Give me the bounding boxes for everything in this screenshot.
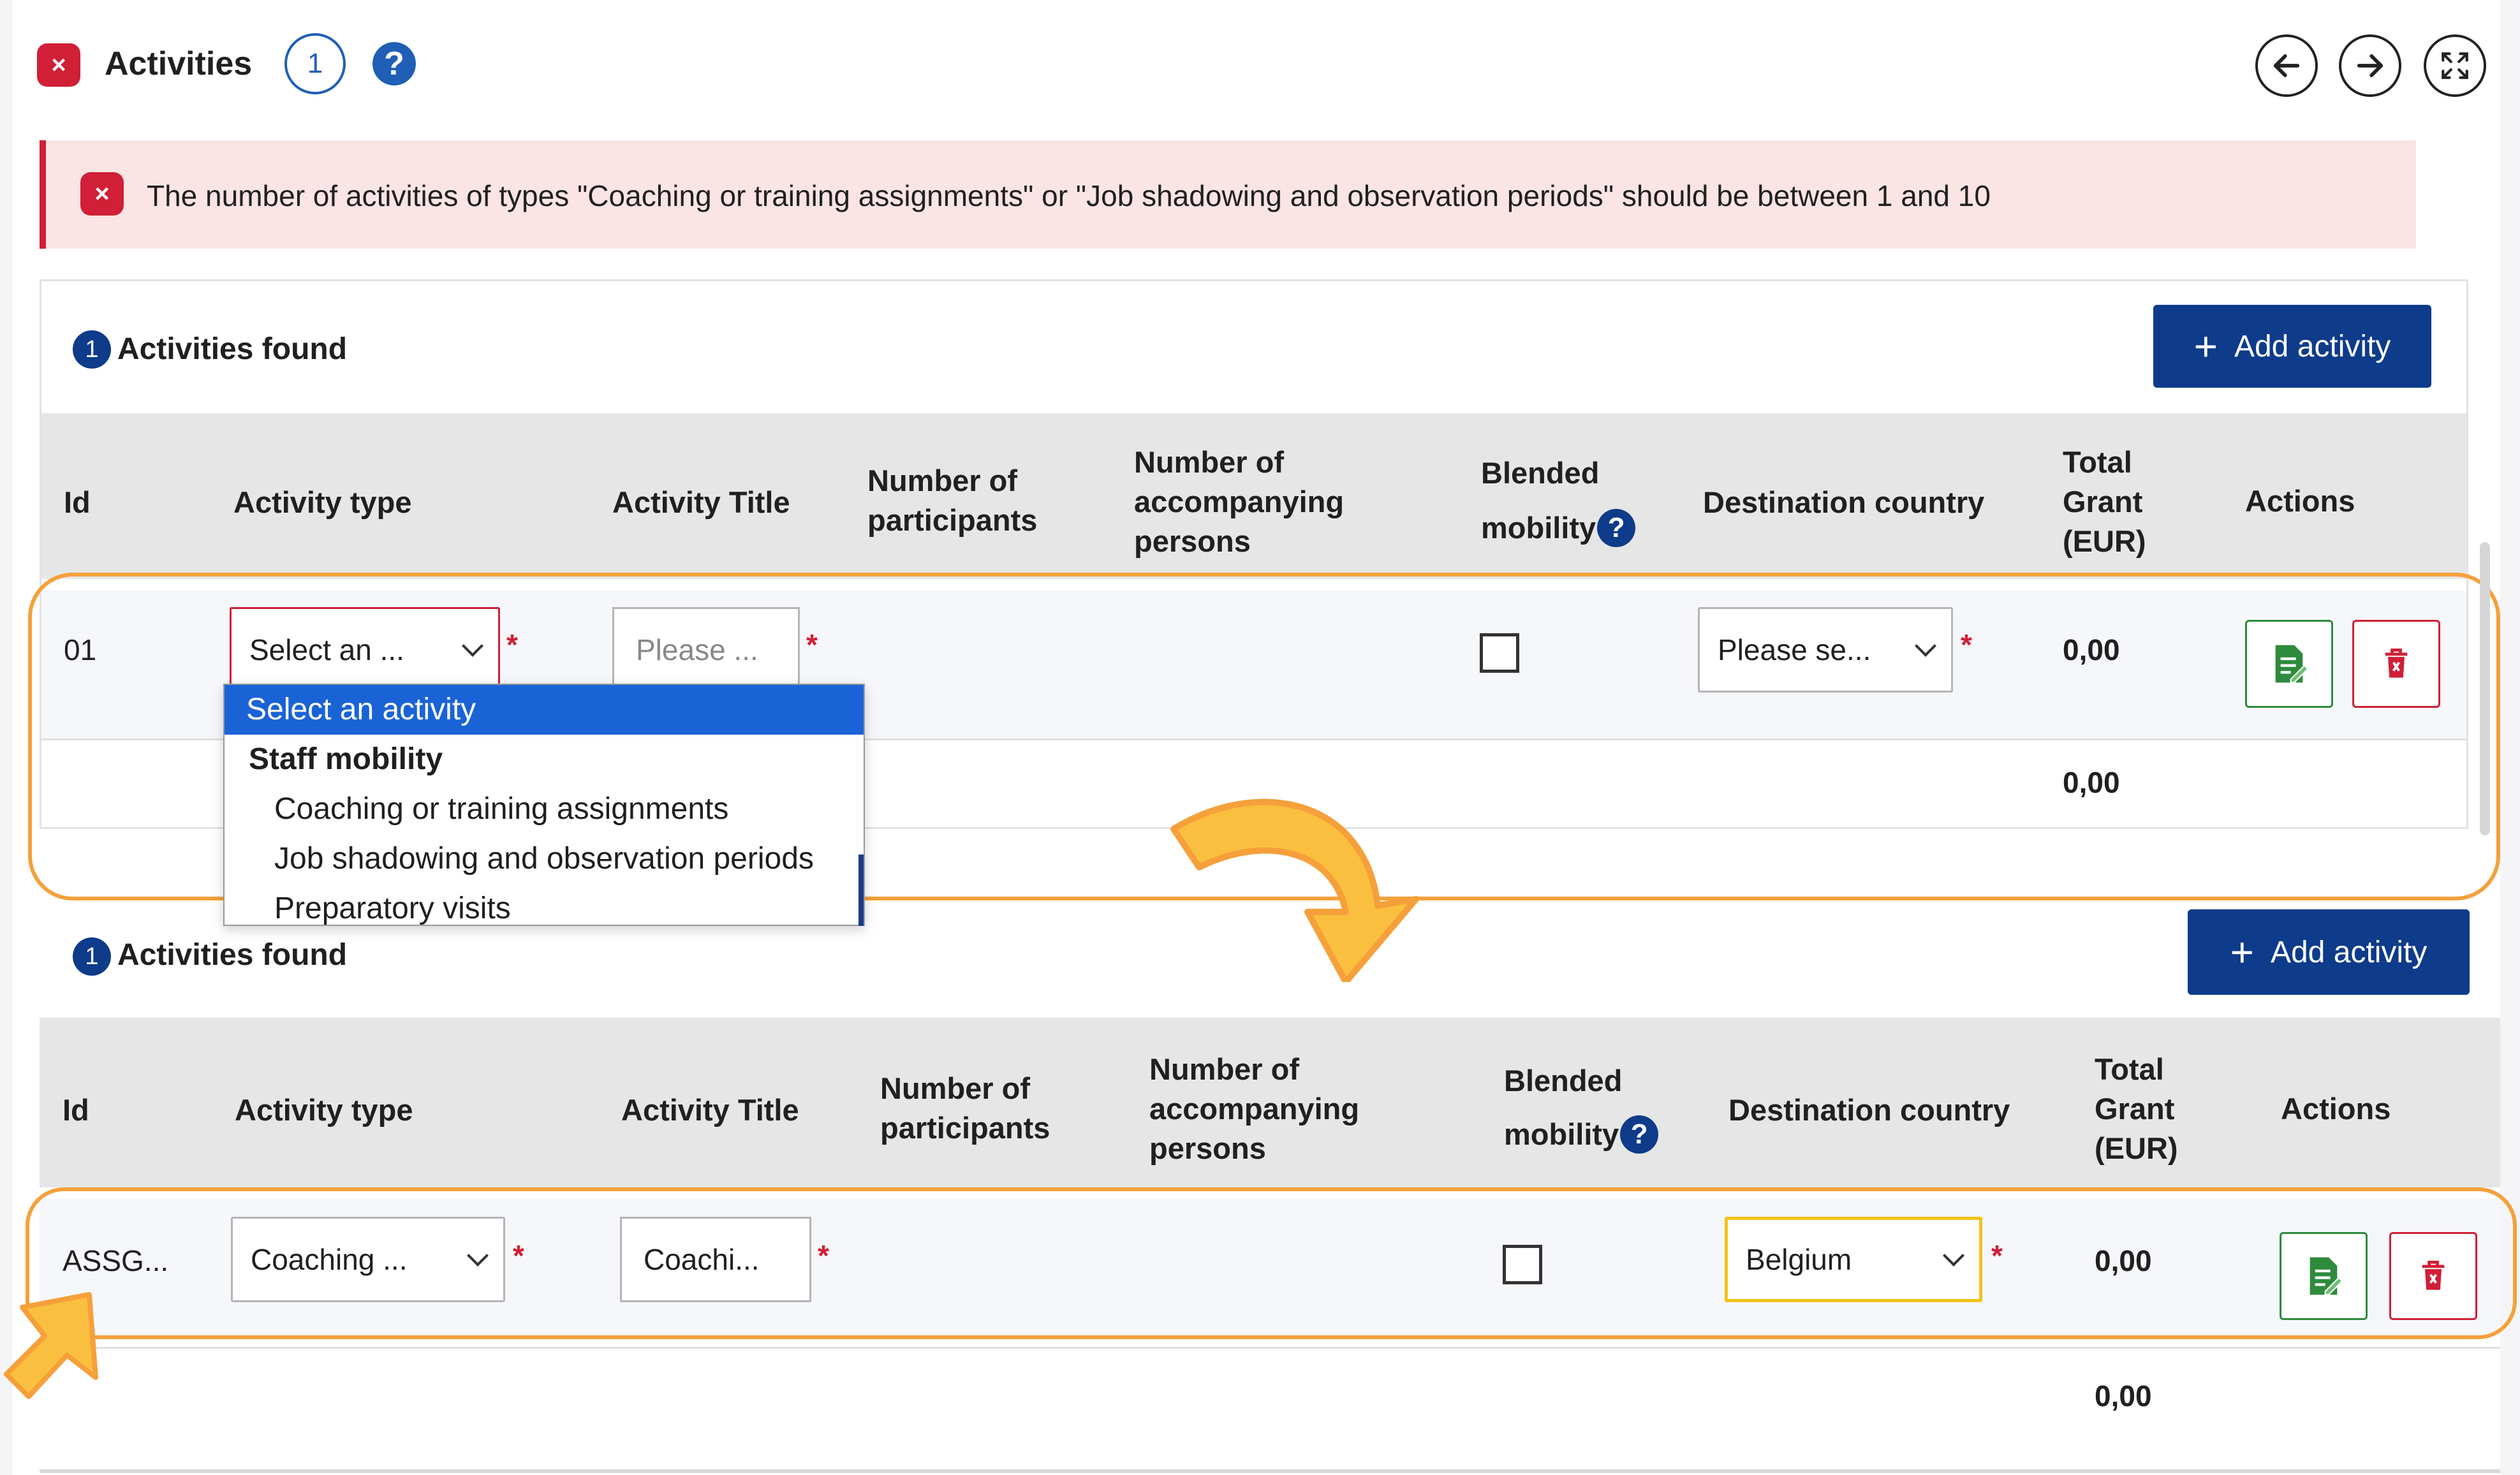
dropdown-option[interactable]: Coaching or training assignments [225, 784, 864, 834]
help-question-icon[interactable]: ? [372, 42, 416, 85]
dropdown-option[interactable]: Preparatory visits [225, 884, 864, 934]
dropdown-scrollbar[interactable] [858, 855, 864, 926]
curved-arrow-icon [1170, 798, 1419, 982]
page-title: Activities [105, 45, 253, 82]
alert-message: The number of activities of types "Coach… [147, 179, 1991, 212]
col-actions: Actions [2245, 484, 2355, 518]
plus-icon: + [2193, 323, 2218, 369]
page-scrollbar[interactable] [2480, 542, 2490, 835]
total-grant: 0,00 [2095, 1379, 2152, 1413]
back-button[interactable] [2255, 34, 2318, 97]
add-activity-label: Add activity [2234, 329, 2391, 363]
col-id: Id [64, 485, 91, 519]
add-activity-button[interactable]: + Add activity [2188, 909, 2470, 995]
col-total-grant: Total Grant (EUR) [2063, 445, 2146, 558]
col-activity-title: Activity Title [612, 485, 790, 519]
col-id: Id [63, 1093, 89, 1127]
col-blended: Blended mobility? [1504, 1061, 1659, 1154]
col-activity-title: Activity Title [621, 1093, 799, 1127]
arrow-right-icon [2357, 54, 2384, 77]
col-participants: Number of participants [880, 1071, 1050, 1145]
col-destination: Destination country [1728, 1093, 2010, 1127]
found-count-badge: 1 [73, 330, 111, 369]
plus-icon: + [2230, 929, 2254, 975]
add-activity-button[interactable]: + Add activity [2153, 305, 2431, 388]
col-blended: Blended mobility? [1481, 453, 1636, 548]
fullscreen-button[interactable] [2424, 34, 2486, 97]
dropdown-option-select-activity[interactable]: Select an activity [225, 685, 864, 735]
col-actions: Actions [2281, 1092, 2391, 1126]
expand-icon [2442, 52, 2468, 79]
error-status-icon: × [37, 43, 80, 87]
activity-type-dropdown: Select an activity Staff mobility Coachi… [223, 684, 865, 926]
dropdown-group-staff-mobility: Staff mobility [249, 742, 443, 776]
dropdown-option[interactable]: Job shadowing and observation periods [225, 834, 864, 884]
panel-bottom-border [40, 1469, 2500, 1473]
add-activity-label: Add activity [2270, 935, 2428, 969]
col-accompanying: Number of accompanying persons [1134, 445, 1345, 558]
error-x-icon: × [80, 172, 124, 216]
col-accompanying: Number of accompanying persons [1149, 1052, 1360, 1165]
col-participants: Number of participants [867, 464, 1038, 537]
activities-found-label: Activities found [117, 332, 348, 366]
pointer-arrow-icon [4, 1292, 98, 1399]
activities-count-badge: 1 [284, 33, 346, 94]
blended-help-icon[interactable]: ? [1597, 509, 1636, 547]
col-activity-type: Activity type [235, 1093, 413, 1127]
forward-button[interactable] [2339, 34, 2401, 97]
blended-help-icon[interactable]: ? [1620, 1115, 1659, 1154]
found-count-badge: 1 [73, 937, 111, 976]
activities-found-label: Activities found [117, 938, 348, 972]
highlight-frame-bottom [26, 1187, 2517, 1339]
arrow-left-icon [2273, 54, 2300, 77]
row-divider [40, 1347, 2500, 1349]
col-destination: Destination country [1703, 485, 1985, 519]
col-total-grant: Total Grant (EUR) [2095, 1052, 2178, 1165]
col-activity-type: Activity type [233, 485, 412, 519]
